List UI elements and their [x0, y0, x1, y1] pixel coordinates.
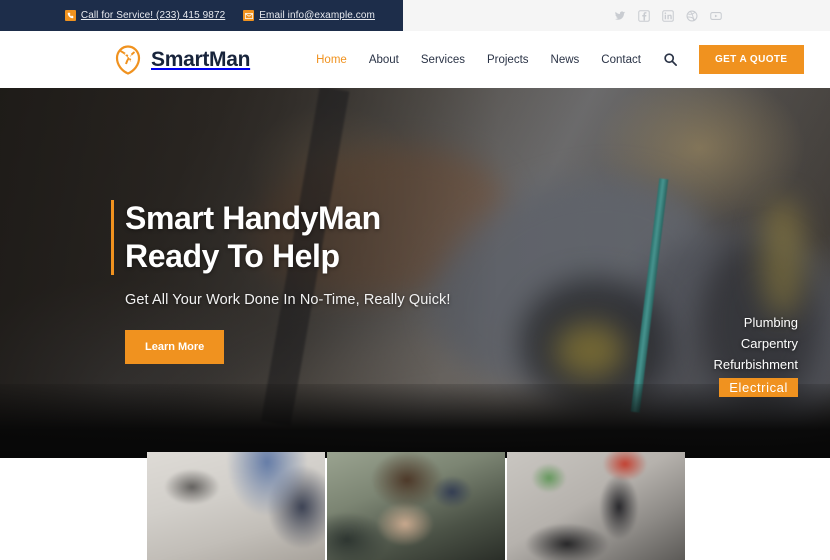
hero-accent-bar	[111, 200, 114, 275]
thumb-flooring-install[interactable]	[147, 452, 325, 560]
nav-item-home[interactable]: Home	[316, 54, 347, 66]
nav-item-about[interactable]: About	[369, 54, 399, 66]
thumb-flooring-install-image	[147, 452, 325, 560]
phone-contact-label: Call for Service! (233) 415 9872	[80, 10, 226, 21]
brand-name: SmartMan	[151, 47, 251, 71]
service-item-electrical[interactable]: Electrical	[719, 378, 798, 397]
youtube-icon[interactable]	[710, 10, 722, 22]
nav-item-services[interactable]: Services	[421, 54, 465, 66]
top-utility-bar: Call for Service! (233) 415 9872 Email i…	[0, 0, 830, 31]
service-item-refurbishment[interactable]: Refurbishment	[713, 354, 798, 375]
top-contact-panel: Call for Service! (233) 415 9872 Email i…	[0, 0, 403, 31]
hero-title-line-2: Ready To Help	[125, 237, 340, 274]
twitter-icon[interactable]	[614, 10, 626, 22]
thumb-power-drill[interactable]	[507, 452, 685, 560]
hero-subtitle: Get All Your Work Done In No-Time, Reall…	[125, 291, 451, 308]
service-item-plumbing[interactable]: Plumbing	[713, 312, 798, 333]
phone-contact-link[interactable]: Call for Service! (233) 415 9872	[64, 10, 226, 21]
facebook-icon[interactable]	[638, 9, 650, 22]
email-contact-link[interactable]: Email info@example.com	[243, 10, 375, 21]
main-navigation: Home About Services Projects News Contac…	[316, 54, 641, 66]
social-links	[614, 0, 722, 31]
search-icon[interactable]	[663, 52, 679, 68]
nav-item-news[interactable]: News	[551, 54, 580, 66]
hero-section: Smart HandyMan Ready To Help Get All You…	[0, 88, 830, 458]
nav-item-projects[interactable]: Projects	[487, 54, 529, 66]
thumb-worker-safety-gear[interactable]	[327, 452, 505, 560]
learn-more-button[interactable]: Learn More	[125, 329, 225, 364]
nav-item-contact[interactable]: Contact	[601, 54, 641, 66]
brand-logo-link[interactable]: SmartMan	[114, 44, 251, 75]
service-item-carpentry[interactable]: Carpentry	[713, 333, 798, 354]
site-header: SmartMan Home About Services Projects Ne…	[0, 31, 830, 88]
project-thumbnail-strip	[147, 452, 685, 560]
email-contact-label: Email info@example.com	[259, 10, 375, 21]
phone-icon	[64, 10, 76, 21]
get-a-quote-button[interactable]: GET A QUOTE	[698, 45, 804, 74]
hero-title: Smart HandyMan Ready To Help	[125, 200, 451, 276]
dribbble-icon[interactable]	[686, 10, 698, 22]
thumb-worker-safety-gear-image	[327, 452, 505, 560]
linkedin-icon[interactable]	[662, 9, 674, 22]
hero-content: Smart HandyMan Ready To Help Get All You…	[111, 200, 451, 364]
swirl-wrench-logo-icon	[114, 44, 142, 75]
envelope-icon	[243, 10, 255, 21]
thumb-power-drill-image	[507, 452, 685, 560]
hero-bottom-fade	[0, 384, 830, 458]
hero-services-list: Plumbing Carpentry Refurbishment Electri…	[713, 312, 798, 397]
hero-title-line-1: Smart HandyMan	[125, 200, 381, 236]
